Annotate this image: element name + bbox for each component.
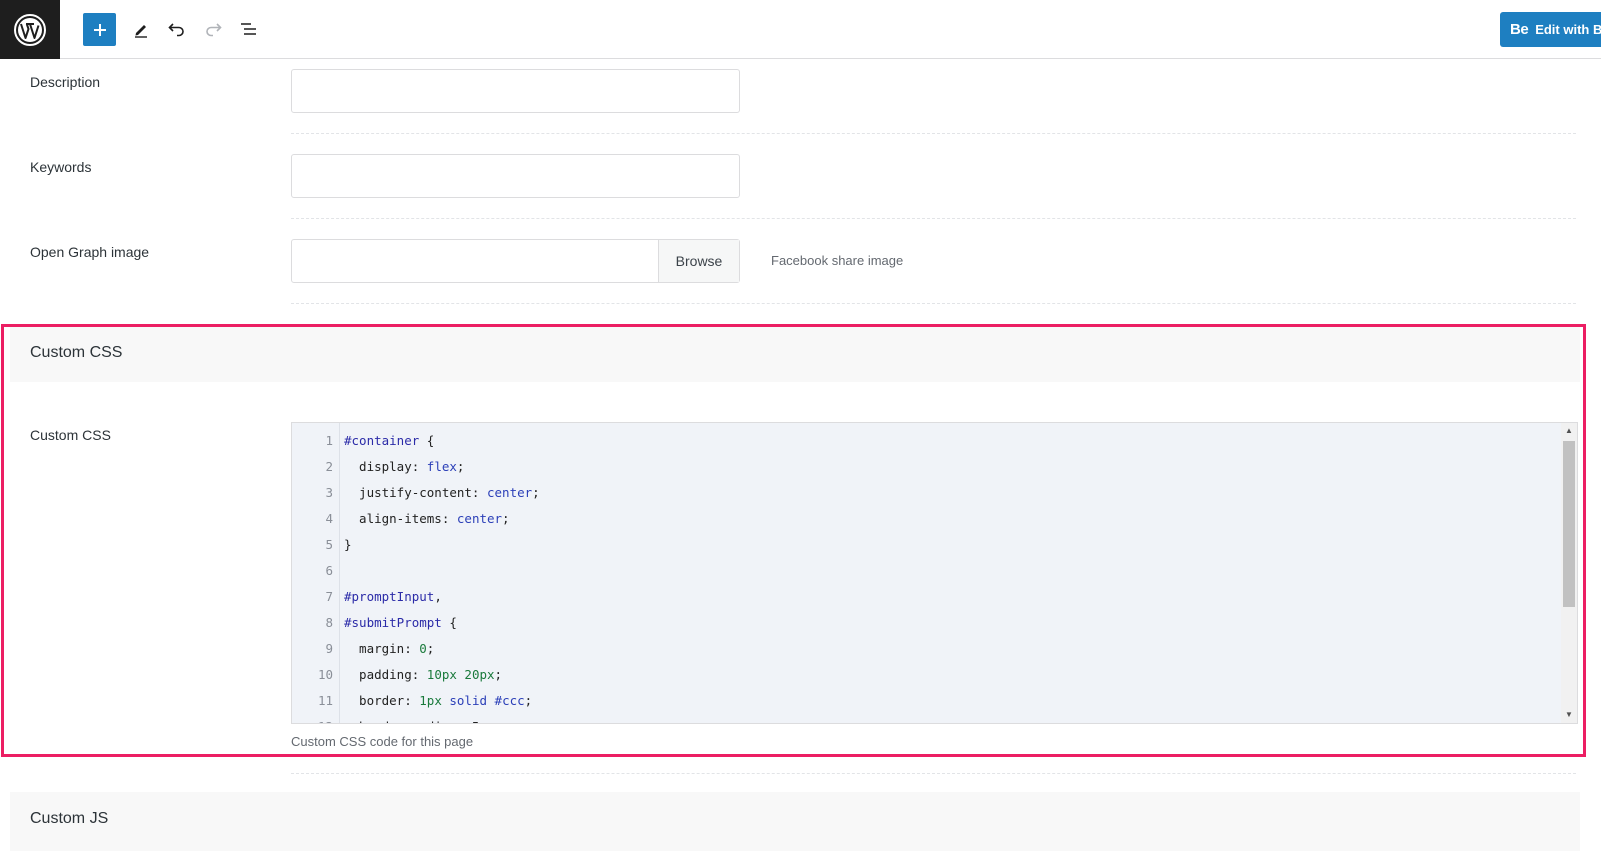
tools-button[interactable] <box>124 12 158 46</box>
line-number: 3 <box>325 485 333 500</box>
line-number: 8 <box>325 615 333 630</box>
line-number: 2 <box>325 459 333 474</box>
code-line[interactable]: align-items: center; <box>344 511 510 526</box>
code-token: } <box>344 537 352 552</box>
editor-scrollbar[interactable]: ▲ ▼ <box>1561 423 1577 723</box>
list-view-icon <box>241 23 256 35</box>
divider <box>291 773 1576 774</box>
code-token: justify-content: <box>344 485 487 500</box>
edit-with-be-button[interactable]: Be Edit with Be <box>1500 12 1601 47</box>
code-token: ; <box>502 511 510 526</box>
code-token: border: <box>344 693 420 708</box>
code-line[interactable]: display: flex; <box>344 459 464 474</box>
custom-js-section-title: Custom JS <box>30 810 109 827</box>
code-token: 10px 20px <box>426 667 495 682</box>
code-token: ; <box>524 693 533 708</box>
keywords-input[interactable] <box>291 154 740 198</box>
code-token: align-items: <box>344 511 457 526</box>
og-image-input[interactable] <box>292 240 658 282</box>
line-number: 10 <box>317 667 333 682</box>
code-token: display: <box>344 459 427 474</box>
browse-button[interactable]: Browse <box>658 240 739 282</box>
custom-css-code-editor[interactable]: 123456789101112 #container { display: fl… <box>291 422 1578 724</box>
code-line[interactable]: } <box>344 537 352 552</box>
code-token: { <box>441 615 457 630</box>
description-input[interactable] <box>291 69 740 113</box>
code-token: #ccc <box>494 693 525 708</box>
line-number: 4 <box>325 511 333 526</box>
code-line[interactable]: border-radius: 5 <box>344 719 479 723</box>
code-token: padding: <box>344 667 427 682</box>
plus-icon <box>93 23 106 36</box>
code-token: ; <box>426 641 435 656</box>
code-token: ; <box>532 485 540 500</box>
line-number: 7 <box>325 589 333 604</box>
code-token: solid <box>449 693 488 708</box>
code-token: { <box>419 433 435 448</box>
line-number: 6 <box>325 563 333 578</box>
edit-with-be-label: Edit with Be <box>1535 22 1601 37</box>
be-logo-icon: Be <box>1510 21 1529 38</box>
redo-button[interactable] <box>196 12 230 46</box>
keywords-label: Keywords <box>30 159 92 175</box>
custom-css-section-header[interactable]: Custom CSS <box>10 326 1580 382</box>
line-number: 12 <box>318 719 333 723</box>
undo-button[interactable] <box>160 12 194 46</box>
og-image-hint: Facebook share image <box>771 253 904 268</box>
code-token: #container <box>344 433 420 448</box>
code-line[interactable]: margin: 0; <box>344 641 434 656</box>
code-token: center <box>487 485 533 500</box>
scroll-up-icon[interactable]: ▲ <box>1564 426 1574 436</box>
code-token: #promptInput <box>344 589 435 604</box>
custom-css-hint: Custom CSS code for this page <box>291 734 474 749</box>
description-label: Description <box>30 74 101 90</box>
code-token: margin: <box>344 641 420 656</box>
code-line[interactable]: #submitPrompt { <box>344 615 457 630</box>
code-line[interactable]: border: 1px solid #ccc; <box>344 693 532 708</box>
list-view-button[interactable] <box>232 12 266 46</box>
code-token: #submitPrompt <box>344 615 442 630</box>
divider <box>291 133 1576 134</box>
undo-icon <box>168 23 184 37</box>
line-number: 5 <box>325 537 333 552</box>
code-token: center <box>456 511 503 526</box>
divider <box>291 218 1576 219</box>
code-line[interactable]: justify-content: center; <box>344 485 540 500</box>
custom-css-label: Custom CSS <box>30 427 111 443</box>
line-number-gutter: 123456789101112 <box>292 423 340 723</box>
wordpress-logo-icon[interactable] <box>0 0 60 59</box>
code-token: 1px <box>419 693 442 708</box>
redo-icon <box>206 23 222 37</box>
code-token: ; <box>456 459 465 474</box>
code-token: ; <box>494 667 503 682</box>
code-token: 0 <box>419 641 427 656</box>
og-image-field: Browse <box>291 239 740 283</box>
editor-toolbar: Be Edit with Be <box>0 0 1601 59</box>
code-line[interactable]: #promptInput, <box>344 589 442 604</box>
code-token: , <box>434 589 442 604</box>
og-image-label: Open Graph image <box>30 244 150 260</box>
add-block-button[interactable] <box>83 13 116 46</box>
custom-css-section-title: Custom CSS <box>30 344 123 361</box>
code-token: flex <box>426 459 457 474</box>
divider <box>291 303 1576 304</box>
line-number: 1 <box>325 433 333 448</box>
scroll-down-icon[interactable]: ▼ <box>1564 710 1574 720</box>
code-line[interactable]: padding: 10px 20px; <box>344 667 502 682</box>
line-number: 11 <box>317 693 333 708</box>
scrollbar-thumb[interactable] <box>1563 441 1575 607</box>
custom-js-section-header[interactable]: Custom JS <box>10 792 1580 851</box>
line-number: 9 <box>325 641 333 656</box>
pencil-icon <box>135 25 147 38</box>
code-line[interactable]: #container { <box>344 433 434 448</box>
code-token: border-radius: 5 <box>344 719 479 723</box>
